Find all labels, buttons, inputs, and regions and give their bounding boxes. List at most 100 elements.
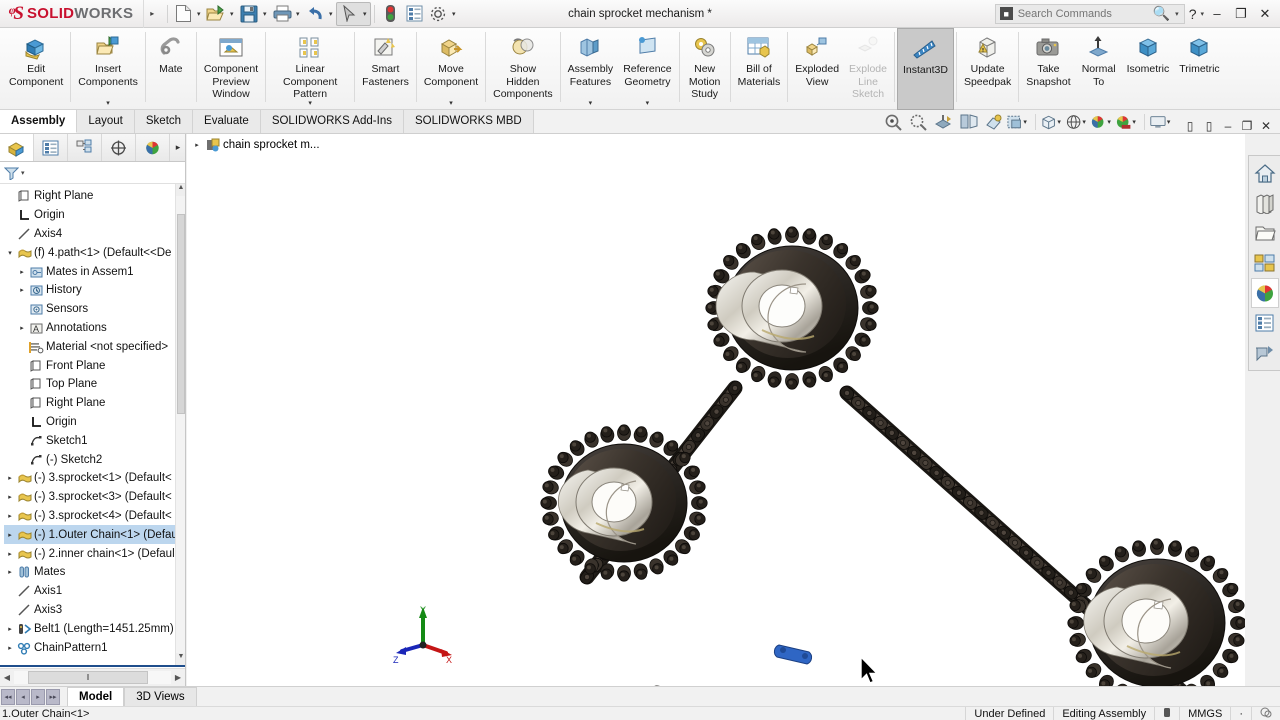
tree-node[interactable]: ▸ (-) 3.sprocket<3> (Default< bbox=[4, 488, 185, 507]
ribbon-button-assembly-features[interactable]: Assembly Features ▾ bbox=[563, 28, 619, 110]
tree-node[interactable]: ▾ (f) 4.path<1> (Default<<De bbox=[4, 243, 185, 262]
tree-expand-toggle[interactable]: ▸ bbox=[16, 286, 28, 294]
config-nav-button-1[interactable]: ◂ bbox=[16, 689, 30, 705]
tree-expand-toggle[interactable]: ▸ bbox=[4, 474, 16, 482]
feature-manager-tab[interactable] bbox=[0, 134, 34, 161]
ribbon-button-mate[interactable]: Mate bbox=[148, 28, 194, 110]
tree-scroll-thumb[interactable] bbox=[177, 214, 185, 414]
tab-layout[interactable]: Layout bbox=[77, 110, 135, 133]
chevron-down-icon[interactable]: ▾ bbox=[589, 99, 593, 107]
tree-vertical-scrollbar[interactable]: ▲ ▼ bbox=[175, 184, 185, 665]
chevron-down-icon[interactable]: ▾ bbox=[308, 99, 312, 107]
hide-show-items-icon[interactable]: ▾ bbox=[1006, 111, 1031, 133]
undo-button[interactable]: ▾ bbox=[303, 2, 336, 26]
ribbon-button-normal-to[interactable]: Normal To bbox=[1076, 28, 1122, 110]
custom-properties-icon[interactable] bbox=[1251, 308, 1279, 338]
menu-expand-arrow[interactable]: ▸ bbox=[144, 9, 160, 18]
tab-evaluate[interactable]: Evaluate bbox=[193, 110, 261, 133]
hscroll-thumb[interactable]: ‖ bbox=[28, 671, 148, 684]
tree-node[interactable]: Origin bbox=[4, 206, 185, 225]
tree-node[interactable]: Right Plane bbox=[4, 394, 185, 413]
edit-appearance-icon[interactable]: ▾ bbox=[1040, 111, 1065, 133]
tree-node[interactable]: Sensors bbox=[4, 300, 185, 319]
tree-horizontal-scrollbar[interactable]: ◀ ‖ ▶ bbox=[0, 668, 185, 686]
tree-node[interactable]: ▸ Belt1 (Length=1451.25mm) bbox=[4, 619, 185, 638]
library-icon[interactable] bbox=[1251, 188, 1279, 218]
tree-node[interactable]: (-) Sketch2 bbox=[4, 450, 185, 469]
tab-solidworks-mbd[interactable]: SOLIDWORKS MBD bbox=[403, 110, 534, 133]
tree-node[interactable]: Axis4 bbox=[4, 225, 185, 244]
config-nav-button-2[interactable]: ▸ bbox=[31, 689, 45, 705]
feature-tree[interactable]: Right Plane Origin Axis4 ▾ (f) 4.path<1> (De… bbox=[0, 184, 185, 665]
config-nav-button-3[interactable]: ▸▸ bbox=[46, 689, 60, 705]
restore-button[interactable]: ❐ bbox=[1230, 3, 1252, 25]
chevron-down-icon[interactable]: ▾ bbox=[293, 10, 302, 18]
chevron-down-icon[interactable]: ▾ bbox=[1082, 118, 1090, 126]
appearance-scene-icon[interactable]: ▾ bbox=[1115, 111, 1140, 133]
tree-expand-toggle[interactable]: ▸ bbox=[16, 268, 28, 276]
help-chevron-down-icon[interactable]: ▾ bbox=[1200, 10, 1204, 18]
dimxpert-manager-tab[interactable] bbox=[102, 134, 136, 161]
tree-node[interactable]: ▸ Mates bbox=[4, 563, 185, 582]
property-manager-tab[interactable] bbox=[34, 134, 68, 161]
ribbon-button-bill-of-materials[interactable]: Bill of Materials bbox=[733, 28, 786, 110]
chevron-down-icon[interactable]: ▾ bbox=[194, 10, 203, 18]
tree-node[interactable]: ▸ (-) 2.inner chain<1> (Defaul bbox=[4, 544, 185, 563]
tree-expand-toggle[interactable]: ▸ bbox=[4, 512, 16, 520]
chevron-right-icon[interactable]: ▸ bbox=[191, 141, 203, 149]
chevron-down-icon[interactable]: ▾ bbox=[449, 10, 458, 18]
save-document-button[interactable]: ▾ bbox=[237, 2, 270, 26]
doc-restore-button[interactable]: ❐ bbox=[1239, 119, 1255, 133]
scroll-down-arrow-icon[interactable]: ▼ bbox=[176, 653, 185, 665]
chevron-down-icon[interactable]: ▾ bbox=[1132, 118, 1140, 126]
graphics-viewport[interactable]: ▸ chain sprocket m... Y X Z bbox=[187, 134, 1245, 686]
tab-assembly[interactable]: Assembly bbox=[0, 110, 78, 133]
configuration-manager-tab[interactable] bbox=[68, 134, 102, 161]
tree-node[interactable]: Top Plane bbox=[4, 375, 185, 394]
minimize-button[interactable]: – bbox=[1206, 3, 1228, 25]
chevron-down-icon[interactable]: ▾ bbox=[1107, 118, 1115, 126]
tree-expand-toggle[interactable]: ▸ bbox=[4, 625, 16, 633]
doc-close-button[interactable]: ✕ bbox=[1258, 119, 1274, 133]
chevron-down-icon[interactable]: ▾ bbox=[227, 10, 236, 18]
tab-solidworks-add-ins[interactable]: SOLIDWORKS Add-Ins bbox=[260, 110, 404, 133]
tree-node[interactable]: ▸ (-) 1.Outer Chain<1> (Defau bbox=[4, 525, 185, 545]
tree-node[interactable]: Material <not specified> bbox=[4, 337, 185, 356]
ribbon-button-new-motion-study[interactable]: New Motion Study bbox=[682, 28, 728, 110]
sprocket-right[interactable] bbox=[1067, 538, 1245, 686]
rebuild-button[interactable] bbox=[378, 2, 402, 26]
tree-expand-toggle[interactable]: ▸ bbox=[16, 324, 28, 332]
chevron-down-icon[interactable]: ▾ bbox=[360, 10, 369, 18]
options-list-button[interactable] bbox=[402, 2, 426, 26]
tree-node[interactable]: Axis1 bbox=[4, 582, 185, 601]
tree-expand-toggle[interactable]: ▸ bbox=[4, 550, 16, 558]
apply-scene-icon[interactable]: ▾ bbox=[1065, 111, 1090, 133]
zoom-to-fit-icon[interactable] bbox=[881, 111, 906, 133]
chevron-down-icon[interactable]: ▾ bbox=[449, 99, 453, 107]
tile-vertical-button[interactable]: ▯ bbox=[1201, 119, 1217, 133]
viewport-layout-icon[interactable]: ▾ bbox=[1149, 111, 1174, 133]
chevron-down-icon[interactable]: ▾ bbox=[646, 99, 650, 107]
view-orientation-icon[interactable] bbox=[956, 111, 981, 133]
tree-node[interactable]: Right Plane bbox=[4, 187, 185, 206]
scroll-up-arrow-icon[interactable]: ▲ bbox=[176, 184, 185, 196]
search-icon[interactable]: 🔍 bbox=[1153, 5, 1170, 22]
manager-tabs-overflow[interactable]: ▸ bbox=[171, 142, 185, 153]
chevron-down-icon[interactable]: ▾ bbox=[1057, 118, 1065, 126]
settings-button[interactable]: ▾ bbox=[426, 2, 459, 26]
section-view-icon[interactable] bbox=[931, 111, 956, 133]
ribbon-button-edit-component[interactable]: Edit Component bbox=[4, 28, 68, 110]
ribbon-button-isometric[interactable]: Isometric bbox=[1122, 28, 1175, 110]
tree-node[interactable]: ▸ Mates in Assem1 bbox=[4, 262, 185, 281]
view-settings-icon[interactable]: ▾ bbox=[1090, 111, 1115, 133]
share-icon[interactable] bbox=[1251, 338, 1279, 368]
view-palette-icon[interactable] bbox=[1251, 248, 1279, 278]
select-tool-button[interactable]: ▾ bbox=[336, 1, 372, 26]
ribbon-button-instant3d[interactable]: Instant3D bbox=[897, 28, 954, 110]
home-icon[interactable] bbox=[1251, 158, 1279, 188]
open-document-button[interactable]: ▾ bbox=[204, 2, 237, 26]
chevron-down-icon[interactable]: ▾ bbox=[106, 99, 110, 107]
tile-horizontal-button[interactable]: ▯ bbox=[1182, 119, 1198, 133]
tree-node[interactable]: Sketch1 bbox=[4, 431, 185, 450]
doc-tab-model[interactable]: Model bbox=[67, 687, 125, 706]
